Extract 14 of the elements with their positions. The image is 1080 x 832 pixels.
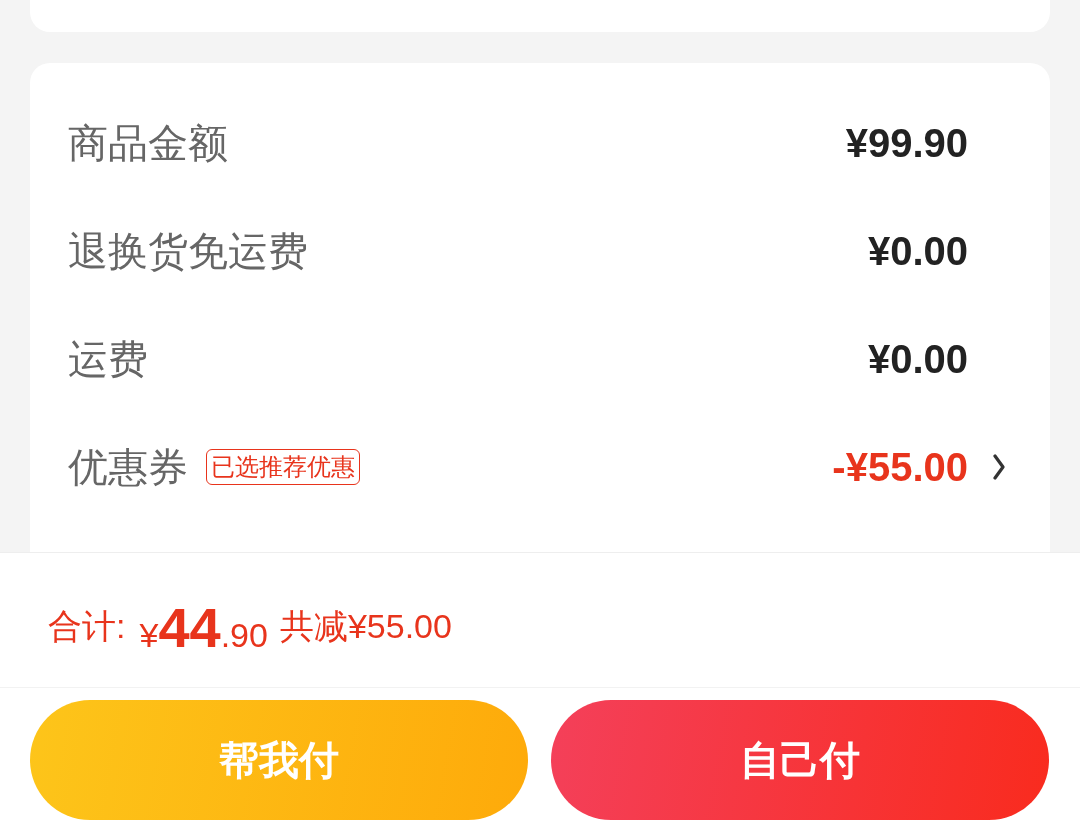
fee-value: ¥0.00 <box>867 228 968 274</box>
fee-label: 商品金额 <box>68 119 228 167</box>
saved-amount: 共减¥55.00 <box>279 606 452 647</box>
chevron-icon[interactable] <box>992 454 1006 480</box>
total-price: ¥44.90 <box>139 594 268 660</box>
fee-value: ¥99.90 <box>845 120 968 166</box>
total-label: 合计: <box>48 606 126 647</box>
discount-tag: 已选推荐优惠 <box>206 449 360 485</box>
fee-value: ¥0.00 <box>867 336 968 382</box>
fee-label: 运费 <box>68 335 148 383</box>
pay-myself-button[interactable]: 自己付 <box>551 700 1049 820</box>
fee-label: 优惠券 <box>68 443 188 491</box>
fee-label: 退换货免运费 <box>68 227 308 275</box>
fee-value[interactable]: -¥55.00 <box>832 444 968 490</box>
